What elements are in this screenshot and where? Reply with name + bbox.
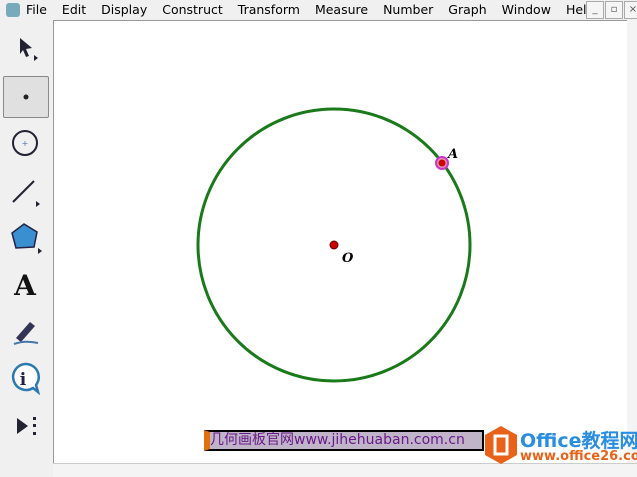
menu-window[interactable]: Window bbox=[502, 2, 551, 17]
menu-construct[interactable]: Construct bbox=[162, 2, 223, 17]
watermark-logo: Office教程网 www.office26.com bbox=[480, 423, 637, 467]
menu-file[interactable]: File bbox=[26, 2, 47, 17]
line-icon bbox=[12, 180, 40, 207]
information-tool[interactable]: i bbox=[3, 358, 47, 398]
text-tool[interactable]: A bbox=[3, 265, 47, 305]
straightedge-tool[interactable] bbox=[3, 171, 47, 211]
menu-transform[interactable]: Transform bbox=[238, 2, 300, 17]
restore-button[interactable]: ▫ bbox=[605, 1, 623, 19]
menu-graph[interactable]: Graph bbox=[448, 2, 486, 17]
label-a[interactable]: A bbox=[448, 147, 458, 162]
svg-text:+: + bbox=[22, 139, 29, 148]
compass-tool[interactable]: + bbox=[3, 123, 47, 163]
vertical-scrollbar[interactable] bbox=[627, 20, 637, 463]
point-icon bbox=[23, 94, 29, 100]
menu-edit[interactable]: Edit bbox=[62, 2, 86, 17]
menu-measure[interactable]: Measure bbox=[315, 2, 368, 17]
minimize-button[interactable]: _ bbox=[586, 1, 604, 19]
circle-icon: + bbox=[12, 130, 38, 156]
caption-text[interactable]: 几何画板官网www.jihehuaban.com.cn bbox=[204, 430, 484, 451]
polygon-icon bbox=[11, 223, 42, 254]
watermark-url: www.office26.com bbox=[520, 449, 637, 464]
svg-text:i: i bbox=[20, 370, 27, 390]
menu-display[interactable]: Display bbox=[101, 2, 147, 17]
sketch-drawing bbox=[196, 107, 472, 383]
arrow-icon bbox=[20, 38, 38, 61]
marker-icon bbox=[13, 322, 39, 345]
toolbox: + A i bbox=[0, 20, 52, 476]
marker-tool[interactable] bbox=[3, 311, 47, 351]
point-a[interactable] bbox=[438, 159, 446, 167]
info-icon: i bbox=[11, 362, 41, 395]
sketch-canvas[interactable]: O A bbox=[53, 20, 628, 464]
center-point-o[interactable] bbox=[329, 240, 339, 250]
menu-bar: File Edit Display Construct Transform Me… bbox=[0, 0, 637, 19]
polygon-tool[interactable] bbox=[3, 217, 47, 257]
point-tool[interactable] bbox=[3, 76, 49, 118]
app-icon bbox=[6, 2, 20, 17]
office-logo-icon bbox=[485, 426, 517, 464]
selection-arrow-tool[interactable] bbox=[3, 28, 47, 68]
close-button[interactable]: × bbox=[624, 1, 637, 19]
custom-tools[interactable] bbox=[3, 406, 47, 446]
menu-number[interactable]: Number bbox=[383, 2, 433, 17]
label-o[interactable]: O bbox=[342, 251, 353, 266]
custom-tools-icon bbox=[17, 417, 36, 435]
